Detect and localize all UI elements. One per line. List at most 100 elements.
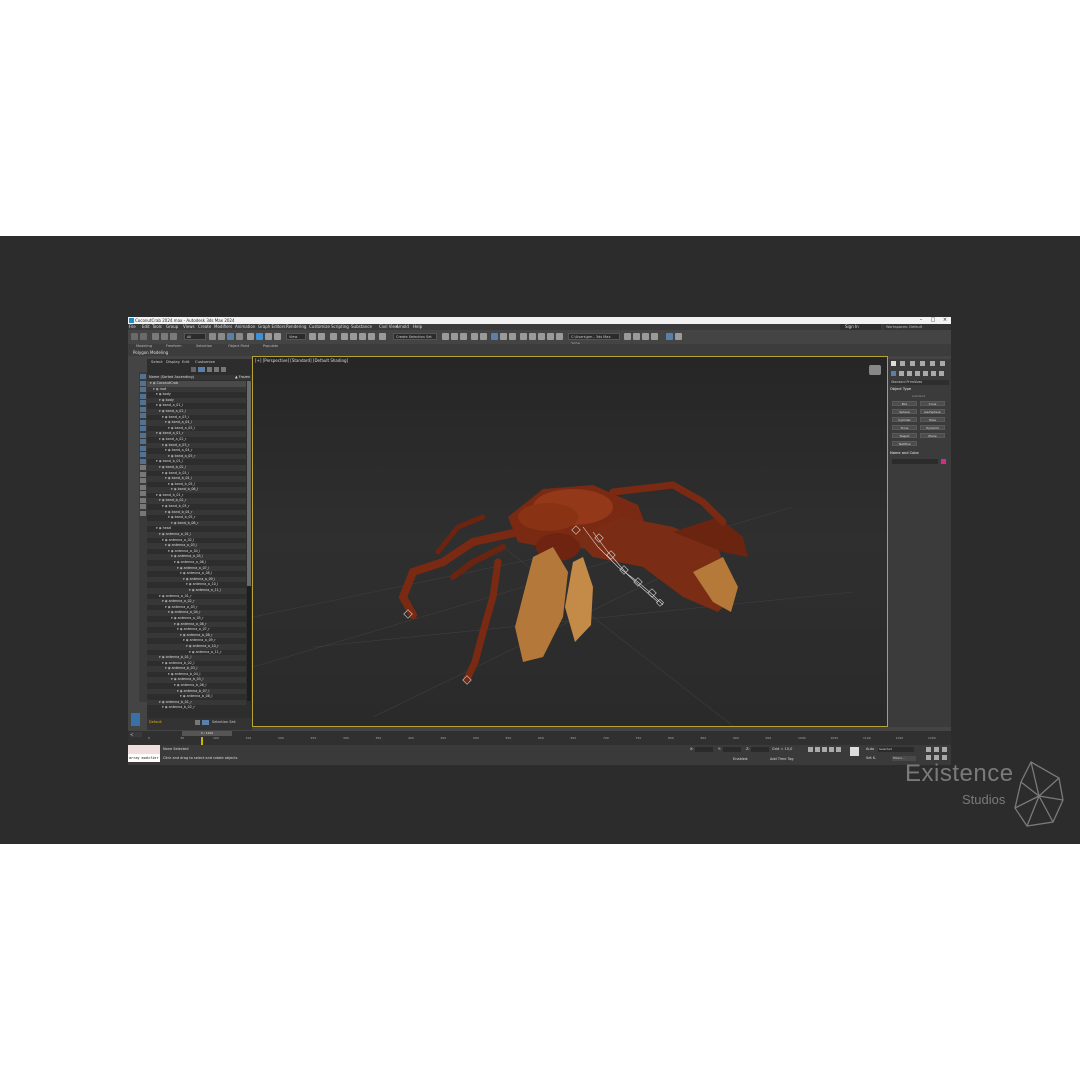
auto-key-button[interactable]: Auto — [866, 747, 874, 752]
coconut-crab-model[interactable] — [398, 481, 748, 683]
helpers-filter-icon[interactable] — [140, 426, 146, 431]
schematic-view-icon[interactable] — [509, 333, 516, 340]
lock-icon[interactable] — [214, 367, 219, 372]
edit-named-selection-icon[interactable] — [379, 333, 386, 340]
scene-explorer-pin-icon[interactable] — [131, 713, 140, 726]
layer-explorer-icon[interactable] — [471, 333, 478, 340]
go-to-start-icon[interactable] — [808, 747, 813, 752]
scene-scrollbar[interactable] — [247, 381, 251, 701]
selection-filter-dropdown[interactable]: All — [184, 333, 206, 340]
systems-icon[interactable] — [939, 371, 944, 376]
y-coord-field[interactable] — [723, 747, 741, 752]
open-file-icon[interactable] — [633, 333, 640, 340]
perspective-viewport[interactable]: [+] [Perspective] [Standard] [Default Sh… — [252, 356, 888, 727]
spinner-snap-icon[interactable] — [368, 333, 375, 340]
material-editor-icon[interactable] — [520, 333, 527, 340]
menu-arnold[interactable]: Arnold — [396, 325, 409, 329]
align-icon[interactable] — [451, 333, 458, 340]
menu-file[interactable]: File — [129, 325, 136, 329]
tab-modeling[interactable]: Modeling — [136, 344, 152, 349]
shapes-icon[interactable] — [899, 371, 904, 376]
undo-icon[interactable] — [131, 333, 138, 340]
menu-help[interactable]: Help — [413, 325, 422, 329]
menu-animation[interactable]: Animation — [235, 325, 255, 329]
render-cloud-icon[interactable] — [556, 333, 563, 340]
filter-icon[interactable] — [191, 367, 196, 372]
hierarchy-icon[interactable] — [140, 491, 146, 496]
object-type-header[interactable]: Object Type — [890, 387, 911, 392]
link-icon[interactable] — [152, 333, 159, 340]
save-file-icon[interactable] — [642, 333, 649, 340]
select-object-icon[interactable] — [209, 333, 216, 340]
selection-set-icon[interactable] — [202, 720, 209, 725]
frozen-filter-icon[interactable] — [140, 465, 146, 470]
tab-selection[interactable]: Selection — [196, 344, 212, 349]
cylinder-button[interactable]: Cylinder — [892, 417, 917, 422]
filter-toggle-icon[interactable] — [140, 497, 146, 503]
bind-space-warp-icon[interactable] — [170, 333, 177, 340]
scene-explorer-icon[interactable] — [480, 333, 487, 340]
pivot-icon[interactable] — [309, 333, 316, 340]
invert-icon[interactable] — [140, 393, 146, 399]
percent-snap-icon[interactable] — [359, 333, 366, 340]
zoom-extents-icon[interactable] — [942, 747, 947, 752]
display-none-icon[interactable] — [140, 380, 146, 386]
layer-icon[interactable] — [195, 720, 200, 725]
tab-customize[interactable]: Customize — [195, 360, 215, 364]
move-icon[interactable] — [247, 333, 254, 340]
menu-create[interactable]: Create — [198, 325, 211, 329]
unlink-icon[interactable] — [161, 333, 168, 340]
tab-object-paint[interactable]: Object Paint — [228, 344, 249, 349]
maxscript-listener[interactable] — [128, 745, 160, 754]
menu-substance[interactable]: Substance — [351, 325, 372, 329]
cone-button[interactable]: Cone — [920, 401, 945, 406]
object-color-swatch[interactable] — [941, 459, 946, 464]
geometry-filter-icon[interactable] — [140, 400, 146, 405]
rotate-icon[interactable] — [256, 333, 263, 340]
toggle-ribbon-icon[interactable] — [491, 333, 498, 340]
select-icon[interactable] — [140, 374, 146, 379]
zoom-all-icon[interactable] — [934, 747, 939, 752]
scrollbar-thumb[interactable] — [247, 381, 251, 586]
shapes-filter-icon[interactable] — [140, 406, 146, 412]
time-slider[interactable]: 0 / 1200 — [182, 731, 232, 736]
timeline-prev-icon[interactable]: < — [130, 732, 142, 737]
xrefs-filter-icon[interactable] — [140, 445, 146, 451]
menu-rendering[interactable]: Rendering — [286, 325, 306, 329]
sphere-button[interactable]: Sphere — [892, 409, 917, 414]
display-none-icon[interactable] — [198, 367, 205, 372]
key-filter-dropdown[interactable]: Selected — [878, 747, 914, 752]
tree-row[interactable]: ▾ ◉ antenna_b_02_r — [147, 705, 246, 709]
helpers-icon[interactable] — [923, 371, 928, 376]
curve-editor-icon[interactable] — [500, 333, 507, 340]
layers-icon[interactable] — [140, 484, 146, 490]
display-all-icon[interactable] — [207, 367, 212, 372]
project-folder-dropdown[interactable]: C:\Users\pm - 3ds Max 2024 — [568, 333, 620, 346]
mirror-icon[interactable] — [442, 333, 449, 340]
export-icon[interactable] — [651, 333, 658, 340]
create-tab-icon[interactable] — [891, 361, 896, 366]
minimize-icon[interactable]: – — [915, 317, 927, 324]
snaps-toggle-icon[interactable] — [341, 333, 348, 340]
timeline-ruler[interactable]: 0 50 100 150 200 250 300 350 400 450 500 550 600 650 7… — [148, 737, 940, 743]
modify-tab-icon[interactable] — [900, 361, 905, 366]
rendered-frame-icon[interactable] — [538, 333, 545, 340]
project-folder-icon[interactable] — [624, 333, 631, 340]
layer-dropdown[interactable]: Default — [149, 720, 162, 725]
autogrid-checkbox[interactable]: AutoGrid — [912, 395, 925, 398]
redo-icon[interactable] — [140, 333, 147, 340]
lights-icon[interactable] — [907, 371, 912, 376]
keyboard-shortcut-icon[interactable] — [330, 333, 337, 340]
menu-customize[interactable]: Customize — [309, 325, 330, 329]
tab-edit[interactable]: Edit — [182, 360, 189, 364]
torus-button[interactable]: Torus — [892, 425, 917, 430]
x-coord-field[interactable] — [695, 747, 713, 752]
set-key-button[interactable]: Set K. — [866, 756, 876, 761]
viewcube-icon[interactable] — [869, 365, 881, 375]
place-icon[interactable] — [274, 333, 281, 340]
current-frame-marker[interactable] — [201, 737, 203, 745]
primitive-category-dropdown[interactable]: Standard Primitives — [890, 380, 949, 385]
containers-filter-icon[interactable] — [140, 458, 146, 464]
display-all-icon[interactable] — [140, 387, 146, 392]
motion-tab-icon[interactable] — [920, 361, 925, 366]
